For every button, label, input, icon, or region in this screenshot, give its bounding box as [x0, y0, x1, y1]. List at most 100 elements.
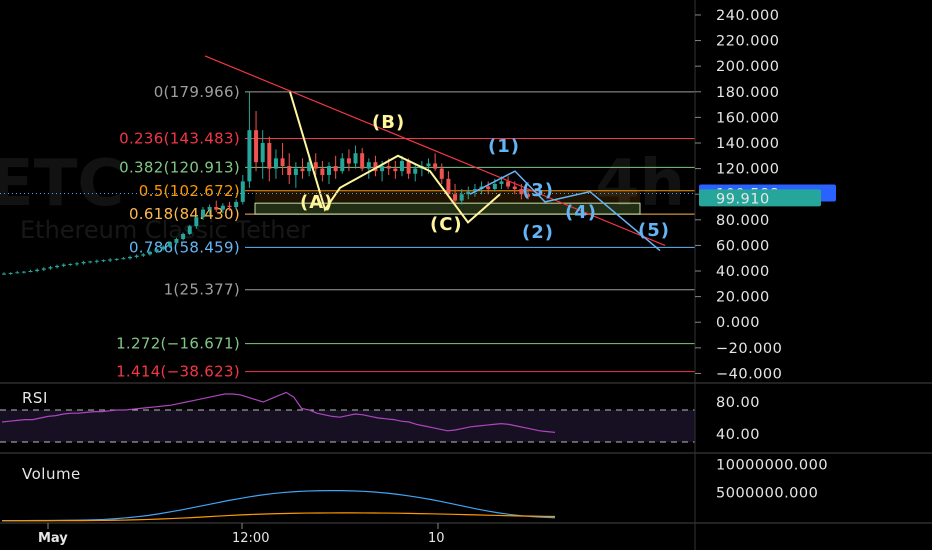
- candle-body: [512, 186, 517, 190]
- rsi-title: RSI: [22, 389, 48, 407]
- fib-level-label: 0(179.966): [154, 83, 240, 101]
- wave-label-impulse: (3): [522, 180, 554, 201]
- price-tick-label: −20.000: [716, 341, 782, 357]
- candle-body: [94, 260, 99, 262]
- price-tick-label: 240.000: [716, 8, 779, 24]
- fib-level-label: 1.414(−38.623): [116, 363, 240, 381]
- candle-body: [61, 264, 66, 266]
- candle-body: [8, 272, 13, 274]
- candle-body: [194, 217, 199, 227]
- candle-body: [399, 160, 404, 172]
- price-tick-label: 60.000: [716, 238, 770, 254]
- candle-body: [273, 158, 278, 169]
- candle-body: [293, 168, 298, 175]
- price-chart[interactable]: ETC 4h Ethereum Classic Tether 0(179.966…: [0, 0, 932, 550]
- candle-body: [15, 272, 20, 274]
- time-tick-label: 12:00: [232, 531, 269, 546]
- candle-body: [121, 258, 126, 260]
- price-tick-label: 40.000: [716, 264, 770, 280]
- candle-body: [439, 168, 444, 179]
- candle-body: [21, 271, 26, 273]
- candle-body: [413, 168, 418, 174]
- candle-body: [499, 181, 504, 184]
- candle-body: [353, 153, 358, 164]
- candle-body: [280, 158, 285, 167]
- wave-label-impulse: (2): [522, 222, 554, 243]
- candle-body: [492, 183, 497, 190]
- wave-label-abc: (A): [300, 192, 333, 213]
- candle-body: [134, 255, 139, 257]
- price-tick-label: 140.000: [716, 136, 779, 152]
- candle-body: [426, 163, 431, 167]
- candle-body: [141, 254, 146, 256]
- rsi-tick-label: 40.00: [716, 427, 760, 443]
- volume-tick-label: 5000000.000: [716, 486, 818, 502]
- candle-body: [74, 263, 79, 265]
- candle-body: [380, 166, 385, 172]
- price-tick-label: −40.000: [716, 366, 782, 382]
- candle-body: [214, 207, 219, 210]
- candle-body: [154, 249, 159, 252]
- price-tick-label: 180.000: [716, 85, 779, 101]
- time-tick-label: May: [38, 531, 68, 546]
- candle-body: [300, 168, 305, 172]
- wave-label-impulse: (4): [565, 202, 597, 223]
- candle-body: [360, 153, 365, 169]
- candle-body: [207, 207, 212, 210]
- fib-level-label: 0.786(58.459): [129, 238, 240, 256]
- candle-body: [234, 201, 239, 208]
- candle-body: [108, 259, 113, 261]
- candle-body: [254, 130, 259, 163]
- candle-body: [2, 273, 6, 275]
- wave-label-impulse: (5): [638, 220, 670, 241]
- candle-body: [313, 162, 318, 169]
- candle-body: [267, 142, 272, 169]
- candle-body: [167, 242, 172, 247]
- fib-level-label: 0.382(120.913): [119, 158, 240, 176]
- time-tick-label: 10: [428, 531, 445, 546]
- watermark-symbol: ETC: [0, 147, 124, 221]
- wave-label-abc: (C): [430, 214, 463, 235]
- candle-body: [41, 268, 46, 270]
- candle-body: [506, 181, 511, 187]
- candle-body: [35, 269, 40, 272]
- secondary-price-label: 99.910: [716, 191, 770, 207]
- candle-body: [459, 194, 464, 201]
- candle-body: [320, 168, 325, 175]
- candle-body: [446, 178, 451, 195]
- volume-tick-label: 10000000.000: [716, 457, 828, 473]
- price-tick-label: 200.000: [716, 59, 779, 75]
- fib-level-label: 0.5(102.672): [139, 182, 240, 200]
- candle-body: [81, 262, 86, 264]
- candle-body: [101, 260, 106, 262]
- candle-body: [181, 233, 186, 240]
- candle-body: [114, 258, 119, 260]
- candle-body: [200, 209, 205, 218]
- price-tick-label: 20.000: [716, 290, 770, 306]
- rsi-tick-label: 80.00: [716, 395, 760, 411]
- rsi-band: [0, 410, 695, 442]
- candle-body: [287, 166, 292, 175]
- candle-body: [128, 256, 133, 259]
- price-tick-label: 120.000: [716, 162, 779, 178]
- candle-body: [346, 158, 351, 164]
- candle-body: [174, 239, 179, 243]
- candle-body: [406, 160, 411, 174]
- candle-body: [333, 166, 338, 172]
- candle-body: [68, 263, 73, 265]
- fib-level-label: 1.272(−16.671): [116, 335, 240, 353]
- candle-body: [366, 162, 371, 169]
- price-tick-label: 220.000: [716, 34, 779, 50]
- price-tick-label: 80.000: [716, 213, 770, 229]
- candle-body: [260, 142, 265, 163]
- fib-level-label: 1(25.377): [164, 281, 240, 299]
- wave-label-abc: (B): [372, 112, 405, 133]
- wave-label-impulse: (1): [488, 136, 520, 157]
- price-tick-label: 0.000: [716, 315, 760, 331]
- price-tick-label: 160.000: [716, 110, 779, 126]
- candle-body: [486, 186, 491, 190]
- candle-body: [393, 168, 398, 172]
- candle-body: [48, 267, 53, 269]
- candle-body: [88, 261, 93, 263]
- candle-body: [247, 130, 252, 182]
